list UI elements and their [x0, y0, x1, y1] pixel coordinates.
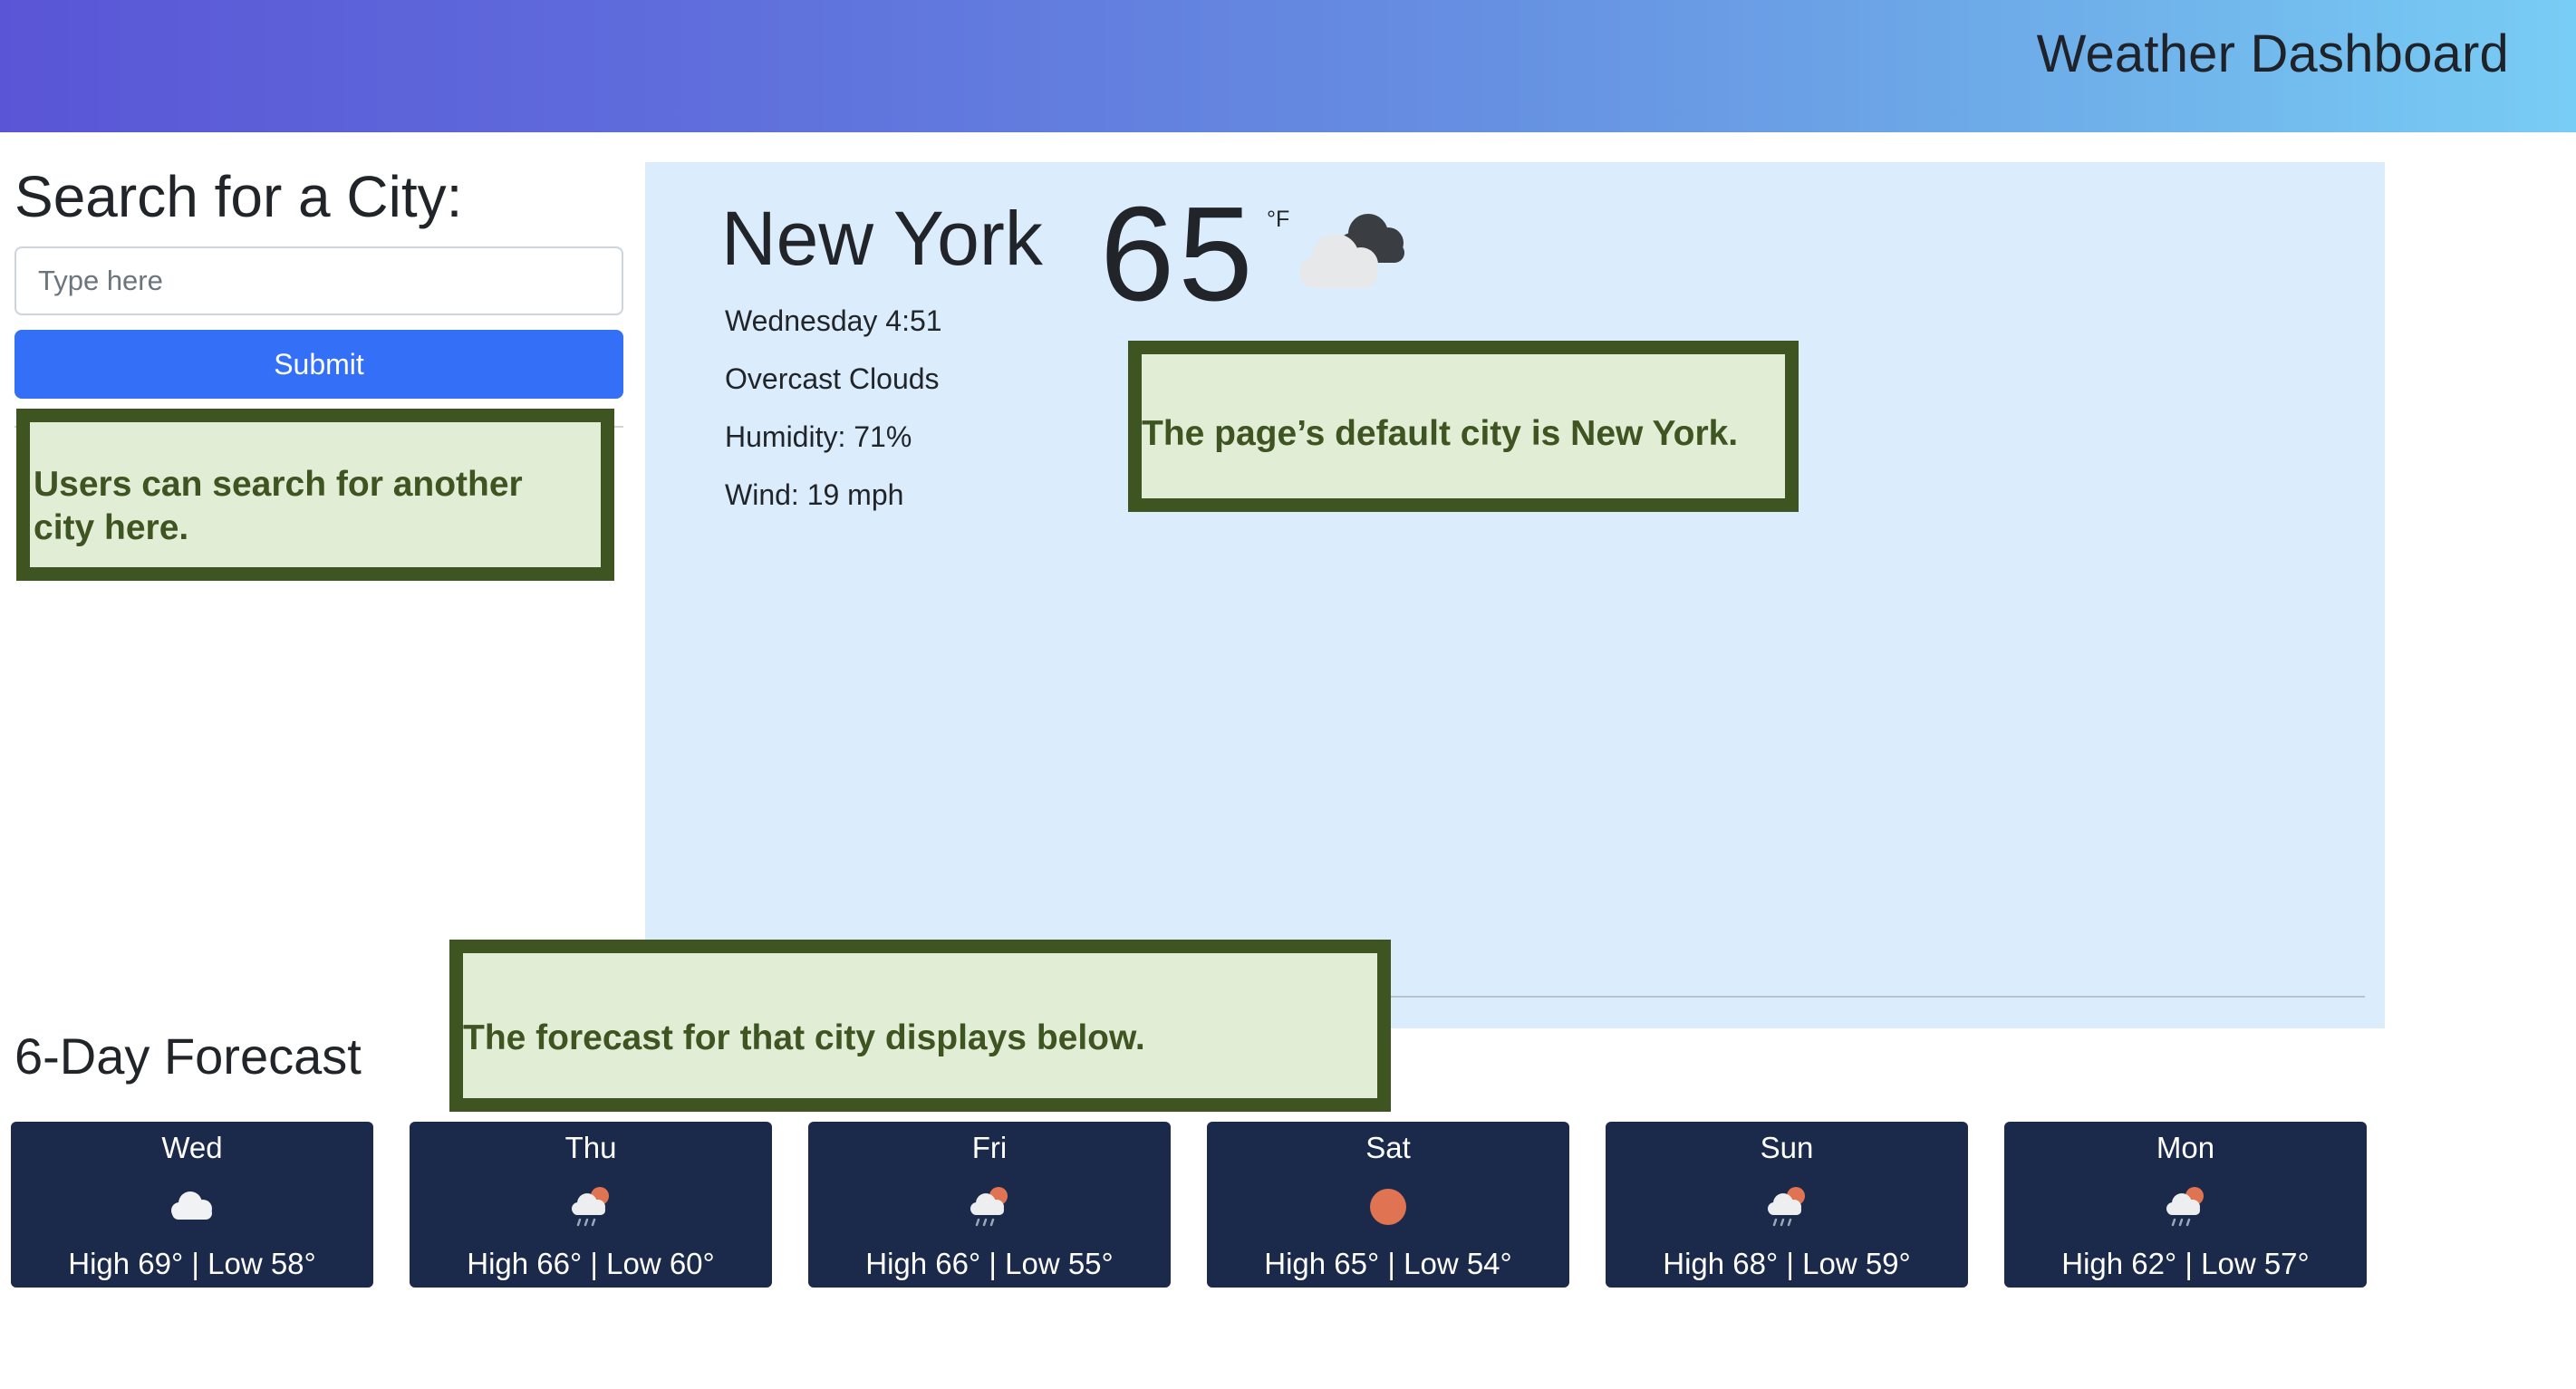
temperature-unit: °F [1267, 207, 1290, 232]
rain-sun-icon [970, 1187, 1008, 1227]
forecast-temps: High 69° | Low 58° [68, 1247, 316, 1280]
city-search-input[interactable] [14, 246, 623, 315]
current-city-name: New York [721, 196, 1043, 281]
forecast-day: Mon [2156, 1131, 2215, 1164]
forecast-temps: High 66° | Low 60° [467, 1247, 715, 1280]
forecast-card-thu: Thu High 66° | Low 60° [410, 1122, 772, 1288]
current-temperature: 65 [1100, 179, 1257, 329]
app-title: Weather Dashboard [2036, 24, 2509, 83]
forecast-card-sat: Sat High 65° | Low 54° [1207, 1122, 1569, 1288]
header-bar: Weather Dashboard [0, 0, 2576, 132]
forecast-day: Wed [161, 1131, 223, 1164]
current-description: Overcast Clouds [725, 362, 940, 395]
forecast-card-sun: Sun High 68° | Low 59° [1606, 1122, 1968, 1288]
forecast-heading: 6-Day Forecast [14, 1027, 362, 1085]
search-annotation: Users can search for another city here. [16, 409, 614, 581]
forecast-card-wed: Wed High 69° | Low 58° [11, 1122, 373, 1288]
forecast-card-fri: Fri High 66° | Low 55° [808, 1122, 1171, 1288]
forecast-day: Sat [1365, 1131, 1411, 1164]
forecast-temps: High 68° | Low 59° [1663, 1247, 1911, 1280]
forecast-annotation-text: The forecast for that city displays belo… [463, 1018, 1145, 1057]
forecast-annotation: The forecast for that city displays belo… [449, 940, 1391, 1112]
current-weather-panel [645, 162, 2385, 1028]
forecast-day: Thu [564, 1131, 617, 1164]
forecast-temps: High 62° | Low 57° [2061, 1247, 2310, 1280]
default-city-annotation: The page’s default city is New York. [1128, 341, 1799, 512]
submit-button[interactable]: Submit [14, 330, 623, 399]
forecast-day: Sun [1760, 1131, 1814, 1164]
forecast-temps: High 65° | Low 54° [1264, 1247, 1512, 1280]
rain-sun-icon [572, 1187, 609, 1227]
forecast-temps: High 66° | Low 55° [865, 1247, 1114, 1280]
search-annotation-text: Users can search for another city here. [34, 465, 523, 547]
forecast-card-mon: Mon High 62° | Low 57° [2004, 1122, 2367, 1288]
cloud-icon [171, 1191, 212, 1220]
cloud-icon [1299, 214, 1404, 288]
current-wind: Wind: 19 mph [725, 478, 904, 511]
rain-sun-icon [2166, 1187, 2204, 1227]
rain-sun-icon [1768, 1187, 1805, 1227]
default-city-annotation-text: The page’s default city is New York. [1142, 414, 1739, 453]
sun-icon [1370, 1189, 1406, 1225]
current-datetime: Wednesday 4:51 [725, 304, 942, 337]
current-humidity: Humidity: 71% [725, 420, 912, 453]
search-heading: Search for a City: [14, 164, 463, 229]
forecast-day: Fri [971, 1131, 1008, 1164]
